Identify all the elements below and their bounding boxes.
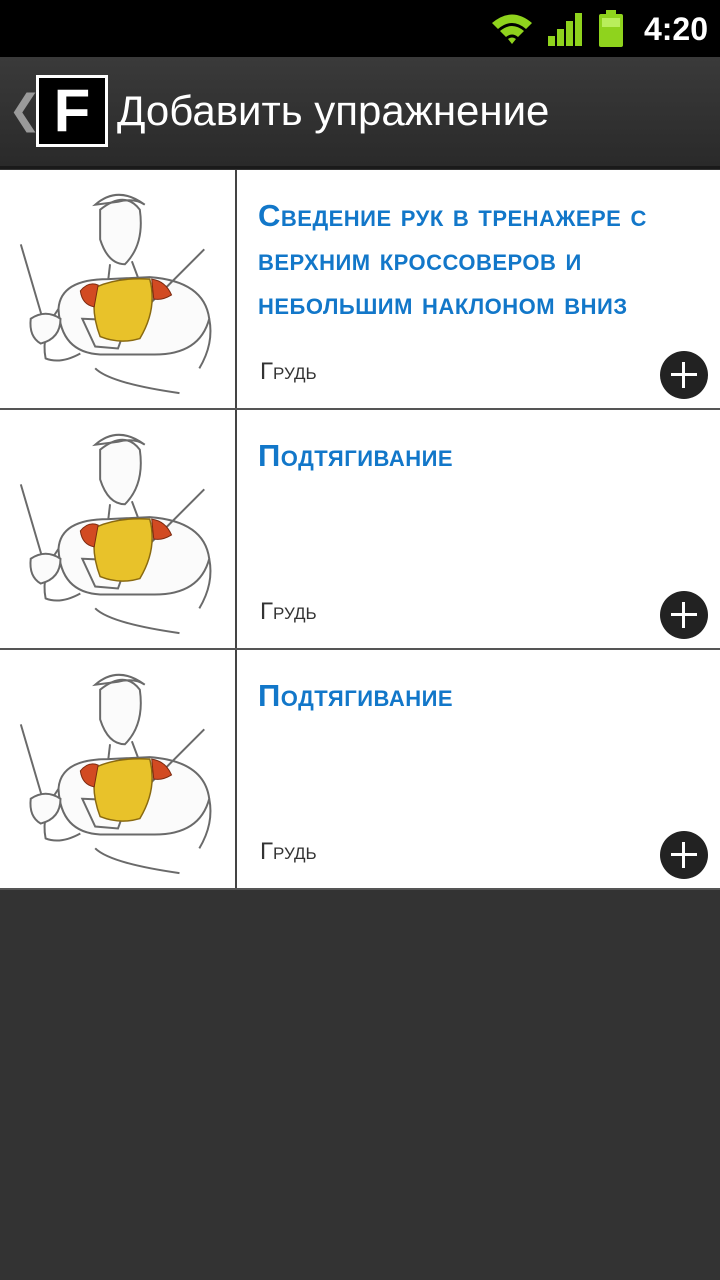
add-exercise-button[interactable] [660,591,708,639]
page-title: Добавить упражнение [117,87,550,134]
exercise-title: Подтягивание [258,678,454,713]
chest-exercise-illustration-icon [19,433,212,635]
clock: 4:20 [643,10,708,47]
signal-icon [547,13,582,46]
add-exercise-button[interactable] [660,831,708,879]
exercise-list: Сведение рук в тренажере с верхним кросс… [0,170,720,890]
exercise-thumbnail [0,170,237,408]
chest-exercise-illustration-icon [19,193,212,395]
chest-exercise-illustration-icon [19,673,212,875]
add-exercise-button[interactable] [660,351,708,399]
action-bar: ❮ F Добавить упражнение [0,57,720,169]
exercise-item[interactable]: Сведение рук в тренажере с верхним кросс… [0,170,720,410]
exercise-category: Грудь [260,838,317,865]
exercise-thumbnail [0,410,237,648]
app-logo[interactable]: F [36,75,108,147]
battery-icon [598,10,623,47]
status-bar: 4:20 [0,0,720,57]
exercise-title: Подтягивание [258,438,454,473]
exercise-title: Сведение рук в тренажере с верхним кросс… [258,198,647,321]
wifi-icon [491,14,532,44]
exercise-item[interactable]: Подтягивание Грудь [0,410,720,650]
exercise-category: Грудь [260,358,317,385]
exercise-item[interactable]: Подтягивание Грудь [0,650,720,890]
exercise-category: Грудь [260,598,317,625]
exercise-thumbnail [0,650,237,888]
